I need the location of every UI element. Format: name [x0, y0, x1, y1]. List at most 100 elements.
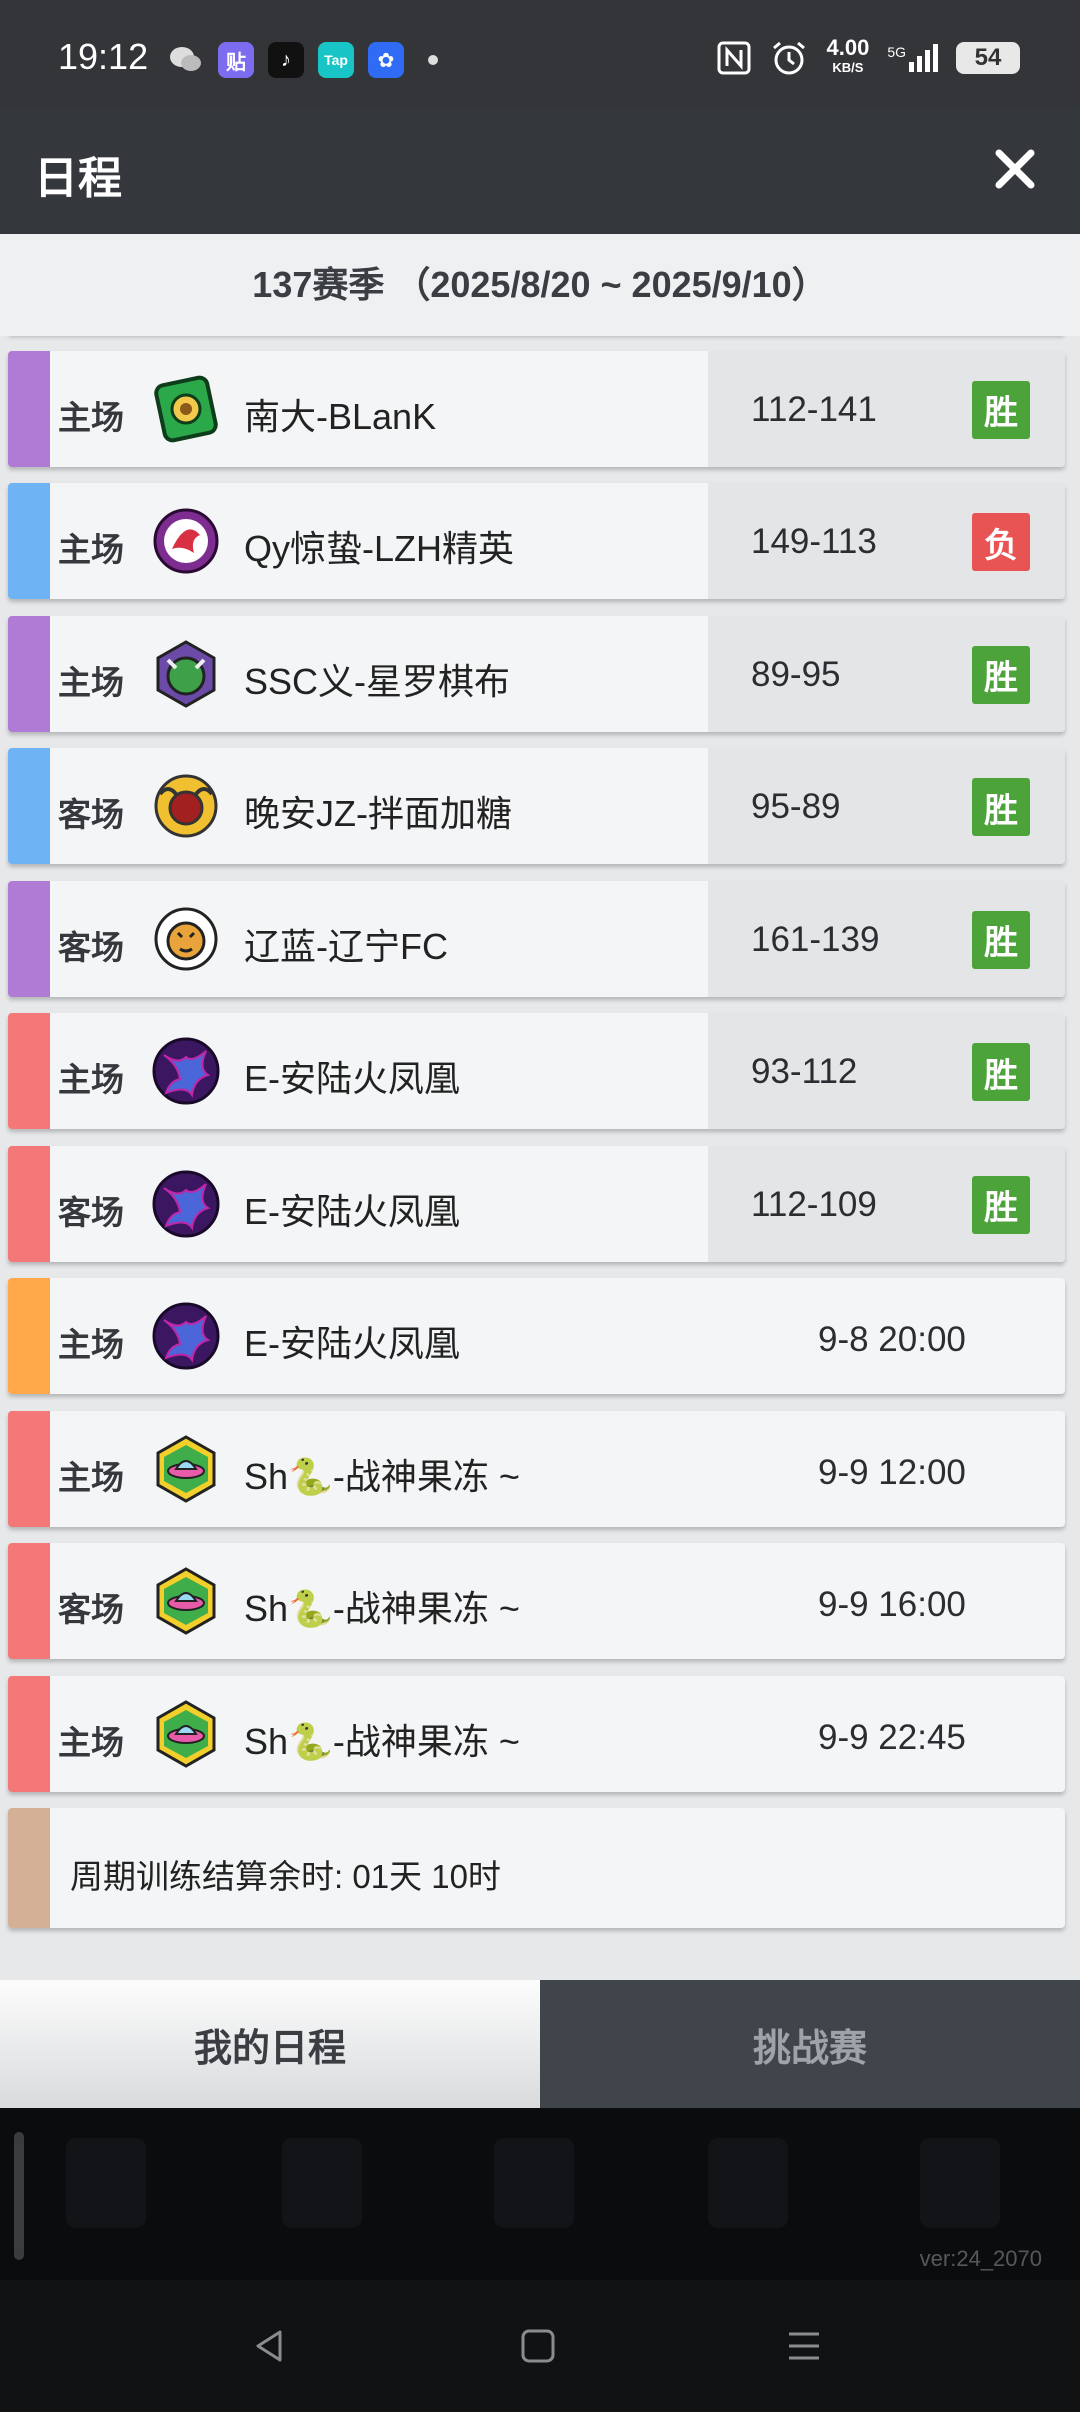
back-icon — [256, 2330, 282, 2362]
tab-challenge[interactable]: 挑战赛 — [540, 1980, 1080, 2108]
team-logo-icon — [150, 1565, 222, 1637]
nfc-icon — [717, 41, 751, 75]
battery-level: 54 — [974, 44, 1002, 71]
match-row[interactable]: 主场 E-安陆火凤凰 9-8 20:00 — [8, 1278, 1065, 1394]
menu-icon — [708, 2138, 788, 2228]
venue-label: 主场 — [58, 1326, 124, 1363]
venue-label: 客场 — [58, 796, 124, 833]
menu-icon — [282, 2138, 362, 2228]
match-time: 9-9 22:45 — [818, 1717, 966, 1757]
status-time: 19:12 — [58, 36, 149, 77]
match-score: 149-113 — [751, 522, 877, 561]
row-color-bar — [8, 1013, 50, 1129]
status-bar: 19:12 贴 ♪ Tap ✿ 4.00 KB/S 5G 54 — [0, 0, 1080, 108]
match-row[interactable]: 客场 E-安陆火凤凰 112-109 胜 — [8, 1145, 1065, 1262]
notification-icons: 贴 ♪ Tap ✿ — [168, 42, 438, 78]
schedule-header: 日程 — [0, 108, 1080, 234]
venue-label: 主场 — [58, 398, 124, 436]
match-score: 112-141 — [751, 389, 877, 429]
alarm-icon — [773, 41, 806, 75]
result-badge: 胜 — [972, 910, 1030, 969]
result-badge: 胜 — [972, 1043, 1030, 1101]
baidu-icon: ✿ — [368, 42, 404, 78]
venue-label: 客场 — [58, 928, 124, 966]
scrollbar[interactable] — [14, 2132, 24, 2260]
menu-icon — [494, 2138, 574, 2228]
team-logo-icon — [150, 770, 222, 842]
network-speed-unit: KB/S — [832, 60, 864, 75]
taptap-icon: Tap — [318, 42, 354, 78]
opponent-name: Sh🐍-战神果冻 ~ — [244, 1455, 520, 1497]
match-time: 9-9 16:00 — [818, 1585, 966, 1624]
row-color-bar — [8, 1278, 50, 1394]
row-color-bar — [8, 880, 50, 997]
result-badge: 负 — [972, 513, 1030, 571]
team-logo-icon — [150, 505, 222, 577]
system-nav-bar — [0, 2280, 1080, 2412]
status-right: 4.00 KB/S 5G 54 — [716, 35, 1020, 78]
row-color-bar — [8, 350, 50, 467]
row-color-bar — [8, 1808, 50, 1928]
opponent-name: Sh🐍-战神果冻 ~ — [244, 1720, 520, 1762]
season-label: 137赛季 （2025/8/20 ~ 2025/9/10） — [0, 234, 1080, 336]
battery-icon: 54 — [956, 42, 1020, 74]
result-badge: 胜 — [972, 1175, 1030, 1234]
match-score: 89-95 — [751, 654, 841, 694]
more-notifications-icon — [428, 55, 438, 65]
network-speed-value: 4.00 — [826, 35, 870, 60]
match-row[interactable]: 主场 Sh🐍-战神果冻 ~ 9-9 12:00 — [8, 1410, 1065, 1527]
match-time: 9-9 12:00 — [818, 1452, 966, 1492]
team-logo-icon — [150, 1168, 222, 1240]
back-button[interactable] — [240, 2316, 300, 2376]
match-score: 93-112 — [751, 1052, 858, 1091]
opponent-name: E-安陆火凤凰 — [244, 1323, 461, 1364]
match-row[interactable]: 客场 晚安JZ-拌面加糖 95-89 胜 — [8, 748, 1065, 864]
match-row[interactable]: 主场 Qy惊蛰-LZH精英 149-113 负 — [8, 483, 1065, 599]
close-button[interactable] — [980, 134, 1050, 204]
venue-label: 客场 — [58, 1591, 124, 1628]
opponent-name: Qy惊蛰-LZH精英 — [244, 528, 515, 569]
wechat-icon — [168, 42, 204, 78]
tieba-icon: 贴 — [218, 42, 254, 78]
match-row[interactable]: 主场 E-安陆火凤凰 93-112 胜 — [8, 1013, 1065, 1129]
close-icon — [995, 149, 1035, 189]
network-type: 5G — [887, 44, 906, 60]
match-score: 161-139 — [751, 919, 880, 959]
opponent-name: 辽蓝-辽宁FC — [244, 925, 448, 967]
match-row[interactable]: 主场 SSC义-星罗棋布 89-95 胜 — [8, 615, 1065, 732]
tiktok-icon: ♪ — [268, 42, 304, 78]
match-list[interactable]: 主场DDL-无情143-104胜主场南大-BLanK112-141胜主场Qy惊蛰… — [0, 336, 1080, 1978]
row-color-bar — [8, 1675, 50, 1792]
home-button[interactable] — [508, 2316, 568, 2376]
opponent-name: 南大-BLanK — [244, 395, 437, 437]
version-label: ver:24_2070 — [919, 2246, 1042, 2271]
row-color-bar — [8, 615, 50, 732]
team-logo-icon — [150, 1300, 222, 1372]
venue-label: 客场 — [58, 1193, 124, 1231]
game-bottom-bar: ver:24_2070 — [0, 2108, 1080, 2280]
signal-icon: 5G — [887, 44, 938, 72]
row-color-bar — [8, 1410, 50, 1527]
row-color-bar — [8, 748, 50, 864]
match-time: 9-8 20:00 — [818, 1320, 966, 1359]
match-row[interactable]: 客场 Sh🐍-战神果冻 ~ 9-9 16:00 — [8, 1543, 1065, 1659]
venue-label: 主场 — [58, 1723, 124, 1761]
opponent-name: 晚安JZ-拌面加糖 — [244, 793, 512, 834]
venue-label: 主场 — [58, 531, 124, 568]
match-row[interactable]: 客场 辽蓝-辽宁FC 161-139 胜 — [8, 880, 1065, 997]
team-logo-icon — [150, 903, 222, 975]
row-color-bar — [8, 483, 50, 599]
match-row[interactable]: 主场 Sh🐍-战神果冻 ~ 9-9 22:45 — [8, 1675, 1065, 1792]
opponent-name: Sh🐍-战神果冻 ~ — [244, 1588, 520, 1629]
team-logo-icon — [150, 1698, 222, 1770]
team-logo-icon — [150, 1433, 222, 1505]
match-row[interactable]: 主场 南大-BLanK 112-141 胜 — [8, 350, 1065, 467]
recents-button[interactable] — [774, 2316, 834, 2376]
home-icon — [521, 2329, 555, 2363]
result-badge: 胜 — [972, 778, 1030, 836]
venue-label: 主场 — [58, 663, 124, 701]
tab-my-schedule[interactable]: 我的日程 — [0, 1980, 540, 2108]
team-logo-icon — [150, 638, 222, 710]
team-logo-icon — [150, 373, 222, 445]
row-color-bar — [8, 1543, 50, 1659]
